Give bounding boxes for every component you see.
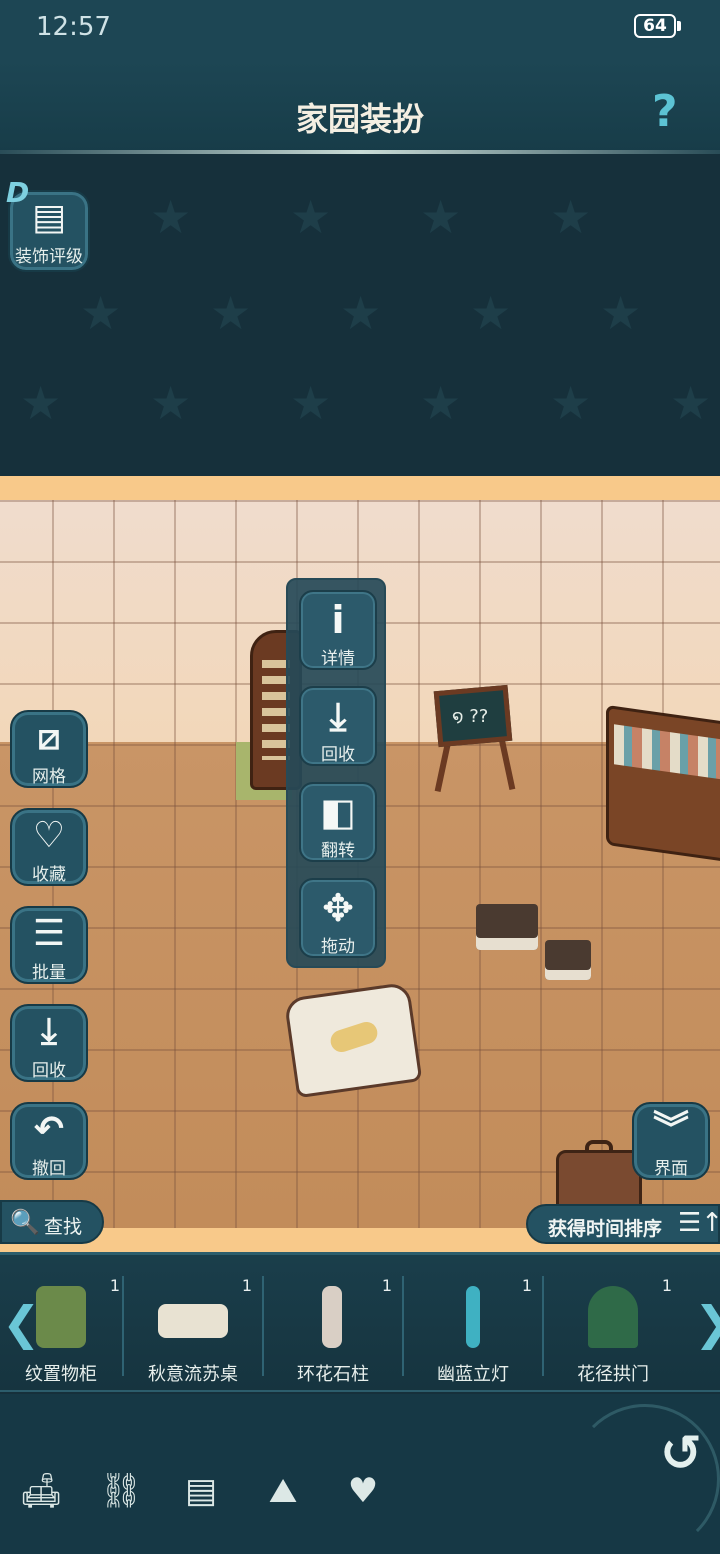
- recycle-all-label: 回收: [32, 1061, 66, 1081]
- star-decoration: ★: [340, 286, 382, 340]
- clock: 12:57: [36, 12, 111, 42]
- item-card[interactable]: 1 幽蓝立灯: [404, 1268, 542, 1385]
- star-decoration: ★: [420, 190, 462, 244]
- cabinet-icon: [36, 1286, 86, 1348]
- item-count: 1: [661, 1276, 672, 1295]
- star-decoration: ★: [290, 376, 332, 430]
- stool-furniture[interactable]: [545, 940, 591, 980]
- item-name: 幽蓝立灯: [437, 1364, 509, 1385]
- grid-off-icon: ⧄: [37, 717, 61, 758]
- star-decoration: ★: [550, 376, 592, 430]
- star-decoration: ★: [20, 376, 62, 430]
- star-decoration: ★: [210, 286, 252, 340]
- star-decoration: ★: [420, 376, 462, 430]
- details-label: 详情: [321, 649, 355, 669]
- page-title: 家园装扮: [295, 100, 424, 138]
- furniture-context-menu: i 详情 ⤓ 回收 ◧ 翻转 ✥ 拖动: [286, 578, 386, 968]
- item-count: 1: [241, 1276, 252, 1295]
- return-icon[interactable]: ↺: [660, 1424, 702, 1482]
- star-decoration: ★: [550, 190, 592, 244]
- search-label: 查找: [44, 1216, 83, 1238]
- star-decoration: ★: [600, 286, 642, 340]
- battery-tip: [677, 21, 681, 31]
- item-count: 1: [521, 1276, 532, 1295]
- lamp-icon: [466, 1286, 480, 1348]
- search-icon: 🔍: [10, 1208, 40, 1236]
- grid-toggle-button[interactable]: ⧄ 网格: [10, 710, 88, 788]
- item-name: 环花石柱: [297, 1364, 369, 1385]
- arch-icon: [588, 1286, 638, 1348]
- star-decoration: ★: [290, 190, 332, 244]
- sort-label: 获得时间排序: [548, 1218, 663, 1240]
- table-icon: [158, 1304, 228, 1338]
- floor-icon[interactable]: ⛰: [258, 1468, 308, 1514]
- undo-label: 撤回: [32, 1159, 66, 1179]
- recycle-icon: ⤓: [41, 1011, 57, 1052]
- pillar-icon: [322, 1286, 342, 1348]
- star-decoration: ★: [150, 376, 192, 430]
- wall-icon[interactable]: ▤: [176, 1468, 226, 1514]
- interface-label: 界面: [654, 1159, 688, 1179]
- flip-icon: ◧: [320, 790, 356, 834]
- sofa-icon[interactable]: 🛋: [16, 1468, 66, 1514]
- star-decoration: ★: [670, 376, 712, 430]
- search-button[interactable]: 🔍 查找: [0, 1200, 104, 1244]
- flip-button[interactable]: ◧ 翻转: [299, 782, 377, 862]
- item-card[interactable]: 1 环花石柱: [264, 1268, 402, 1385]
- undo-arrow-icon: ↶: [33, 1109, 65, 1150]
- rating-label: 装饰评级: [15, 247, 83, 267]
- fence-icon[interactable]: ⛓: [96, 1468, 146, 1514]
- double-chevron-down-icon: ︾: [652, 1109, 689, 1150]
- favorite-label: 收藏: [32, 865, 66, 885]
- batch-label: 批量: [32, 963, 66, 983]
- checklist-icon: ☰: [32, 913, 66, 954]
- drag-label: 拖动: [321, 937, 355, 957]
- info-icon: i: [331, 598, 345, 642]
- interface-toggle-button[interactable]: ︾ 界面: [632, 1102, 710, 1180]
- batch-button[interactable]: ☰ 批量: [10, 906, 88, 984]
- heart-icon[interactable]: ♥: [338, 1468, 388, 1514]
- item-card[interactable]: 1 纹置物柜: [0, 1268, 130, 1385]
- item-count: 1: [109, 1276, 120, 1295]
- sort-icon: ☰↑: [678, 1208, 720, 1238]
- battery-indicator: 64: [634, 14, 676, 38]
- recycle-icon: ⤓: [329, 694, 347, 738]
- star-decoration: ★: [80, 286, 122, 340]
- item-name: 花径拱门: [577, 1364, 649, 1385]
- flip-label: 翻转: [321, 841, 355, 861]
- stool-furniture[interactable]: [476, 904, 538, 950]
- item-card[interactable]: 1 秋意流苏桌: [124, 1268, 262, 1385]
- item-name: 纹置物柜: [25, 1364, 97, 1385]
- star-decoration: ★: [150, 190, 192, 244]
- recycle-label: 回收: [321, 745, 355, 765]
- drag-button[interactable]: ✥ 拖动: [299, 878, 377, 958]
- details-button[interactable]: i 详情: [299, 590, 377, 670]
- sort-button[interactable]: 获得时间排序 ☰↑: [526, 1204, 720, 1244]
- chalkboard-scribble: ໑ ??: [452, 706, 489, 727]
- recycle-button[interactable]: ⤓ 回收: [299, 686, 377, 766]
- item-name: 秋意流苏桌: [148, 1364, 238, 1385]
- star-background: ★ ★ ★ ★ ★ ★ ★ ★ ★ ★ ★ ★ ★ ★ ★: [0, 154, 720, 476]
- chevron-right-icon[interactable]: ❯: [694, 1296, 720, 1350]
- grid-label: 网格: [32, 767, 66, 787]
- favorite-button[interactable]: ♡ 收藏: [10, 808, 88, 886]
- recycle-all-button[interactable]: ⤓ 回收: [10, 1004, 88, 1082]
- item-card[interactable]: 1 花径拱门: [544, 1268, 682, 1385]
- move-icon: ✥: [322, 886, 354, 930]
- item-count: 1: [381, 1276, 392, 1295]
- help-icon[interactable]: ?: [652, 86, 678, 137]
- star-decoration: ★: [470, 286, 512, 340]
- heart-outline-icon: ♡: [32, 815, 66, 856]
- rating-grade-badge: D: [6, 176, 30, 209]
- undo-button[interactable]: ↶ 撤回: [10, 1102, 88, 1180]
